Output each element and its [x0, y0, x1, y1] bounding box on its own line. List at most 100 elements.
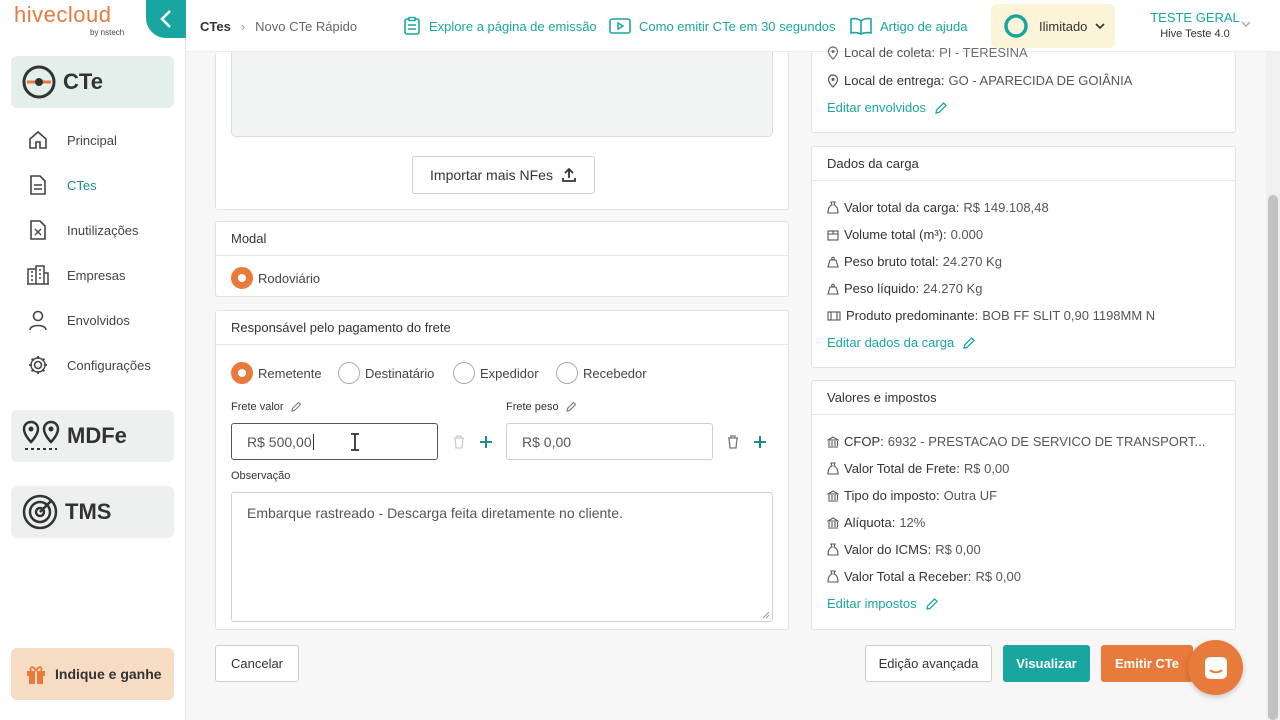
sidebar-item-ctes[interactable]: CTes [26, 172, 97, 198]
link-article-label: Artigo de ajuda [880, 18, 968, 34]
resize-handle-icon[interactable] [762, 611, 770, 619]
sidebar-item-principal[interactable]: Principal [26, 127, 117, 153]
clipboard-icon [404, 16, 420, 35]
plan-ring-icon [1004, 14, 1028, 38]
frete-valor-value: R$ 500,00 [247, 433, 312, 450]
modal-panel: Modal Rodoviário [215, 221, 789, 297]
home-icon [26, 129, 50, 151]
radio-rodoviario-label: Rodoviário [258, 270, 321, 286]
user-menu[interactable]: TESTE GERAL Hive Teste 4.0 [1146, 10, 1244, 40]
radio-empty-icon [556, 362, 578, 384]
topbar: CTes › Novo CTe Rápido Explore a página … [186, 0, 1280, 52]
breadcrumb-current: Novo CTe Rápido [255, 19, 358, 34]
radio-recebedor[interactable]: Recebedor [556, 362, 647, 384]
indique-e-ganhe-button[interactable]: Indique e ganhe [11, 648, 174, 700]
trash-icon[interactable] [727, 435, 739, 449]
import-nfes-label: Importar mais NFes [430, 167, 553, 183]
plan-selector[interactable]: Ilimitado [991, 4, 1115, 48]
trash-icon[interactable] [453, 435, 465, 449]
info-valor-total-receber: Valor Total a Receber: R$ 0,00 [827, 569, 1021, 584]
module-mdfe[interactable]: MDFe [11, 410, 174, 462]
hivecloud-logo[interactable]: hivecloud by nstech [14, 2, 144, 42]
emit-cte-button[interactable]: Emitir CTe [1101, 645, 1193, 682]
plus-icon[interactable] [479, 435, 493, 449]
user-company: Hive Teste 4.0 [1160, 28, 1230, 40]
module-cte-label: CTe [63, 69, 103, 94]
imposto-label: CFOP: [844, 434, 884, 449]
sidebar-item-inutilizacoes[interactable]: Inutilizações [26, 217, 139, 243]
radio-selected-icon [231, 267, 253, 289]
sidebar-item-label: Configurações [67, 357, 151, 373]
plus-icon[interactable] [753, 435, 767, 449]
observacao-label: Observação [231, 470, 291, 482]
radio-remetente[interactable]: Remetente [231, 362, 322, 384]
module-tms[interactable]: TMS [11, 486, 174, 538]
entrega-value: GO - APARECIDA DE GOIÂNIA [948, 73, 1133, 88]
observacao-value: Embarque rastreado - Descarga feita dire… [247, 505, 623, 521]
carga-label: Peso bruto total: [844, 254, 939, 269]
radio-rodoviario[interactable]: Rodoviário [231, 267, 320, 289]
advanced-edit-button[interactable]: Edição avançada [865, 645, 992, 682]
import-nfes-button[interactable]: Importar mais NFes [412, 156, 595, 194]
money-bag-icon [827, 570, 839, 583]
link-article[interactable]: Artigo de ajuda [849, 16, 967, 36]
imposto-value: Outra UF [943, 488, 998, 503]
emit-cte-label: Emitir CTe [1114, 656, 1180, 671]
scrollbar-thumb[interactable] [1268, 195, 1278, 720]
nfe-drop-area[interactable] [231, 52, 773, 137]
edit-envolvidos-link[interactable]: Editar envolvidos [827, 100, 948, 115]
imposto-value: R$ 0,00 [935, 542, 981, 557]
frete-peso-input[interactable]: R$ 0,00 [506, 423, 713, 460]
radio-expedidor[interactable]: Expedidor [453, 362, 539, 384]
edit-impostos-link[interactable]: Editar impostos [827, 596, 939, 611]
radio-selected-icon [231, 362, 253, 384]
user-chevron-down-icon[interactable] [1241, 20, 1251, 28]
cte-logo-icon [21, 64, 57, 100]
frete-peso-value: R$ 0,00 [522, 433, 572, 450]
frete-valor-input[interactable]: R$ 500,00 [231, 423, 438, 460]
carga-value: 0.000 [950, 227, 984, 242]
sidebar-item-configuracoes[interactable]: Configurações [26, 352, 151, 378]
user-name: TESTE GERAL [1150, 10, 1240, 25]
payer-title: Responsável pelo pagamento do frete [216, 311, 788, 345]
radio-expedidor-label: Expedidor [480, 365, 539, 381]
link-video-label: Como emitir CTe em 30 segundos [639, 18, 836, 34]
chevron-down-icon [1095, 23, 1105, 30]
pencil-icon[interactable] [290, 401, 302, 413]
pencil-icon [925, 597, 938, 610]
frete-valor-label: Frete valor [231, 401, 302, 413]
breadcrumb-ctes[interactable]: CTes [200, 19, 231, 34]
brand-sub: by nstech [90, 28, 125, 37]
link-explore[interactable]: Explore a página de emissão [402, 16, 597, 36]
info-local-coleta: Local de coleta: PI - TERESINA [827, 45, 1028, 60]
bank-icon [827, 435, 839, 448]
info-cfop: CFOP: 6932 - PRESTACAO DE SERVICO DE TRA… [827, 434, 1205, 449]
bank-icon [827, 516, 839, 529]
module-cte[interactable]: CTe [11, 56, 174, 108]
observacao-textarea[interactable]: Embarque rastreado - Descarga feita dire… [231, 492, 773, 622]
chat-button[interactable] [1188, 640, 1243, 695]
collapse-sidebar-button[interactable] [146, 0, 186, 38]
carga-value: 24.270 Kg [942, 254, 1002, 269]
sidebar-item-label: Envolvidos [67, 312, 130, 328]
info-local-entrega: Local de entrega: GO - APARECIDA DE GOIÂ… [827, 73, 1132, 88]
radio-remetente-label: Remetente [258, 365, 322, 381]
preview-label: Visualizar [1016, 656, 1077, 671]
envolvidos-panel: Local de coleta: PI - TERESINA Local de … [811, 45, 1236, 133]
edit-carga-link[interactable]: Editar dados da carga [827, 335, 976, 350]
info-produto-predominante: Produto predominante: BOB FF SLIT 0,90 1… [827, 308, 1155, 323]
cancel-button[interactable]: Cancelar [215, 645, 299, 682]
dados-carga-title: Dados da carga [812, 147, 1235, 181]
edit-impostos-label: Editar impostos [827, 596, 917, 611]
valores-impostos-title: Valores e impostos [812, 381, 1235, 415]
radar-icon [21, 493, 59, 531]
preview-button[interactable]: Visualizar [1003, 645, 1090, 682]
sidebar-item-envolvidos[interactable]: Envolvidos [26, 307, 130, 333]
radio-destinatario[interactable]: Destinatário [338, 362, 434, 384]
pencil-icon[interactable] [565, 401, 577, 413]
edit-carga-label: Editar dados da carga [827, 335, 955, 350]
link-video[interactable]: Como emitir CTe em 30 segundos [608, 16, 836, 36]
sidebar-item-empresas[interactable]: Empresas [26, 262, 126, 288]
info-peso-liquido: Peso líquido: 24.270 Kg [827, 281, 982, 296]
person-icon [26, 309, 50, 331]
